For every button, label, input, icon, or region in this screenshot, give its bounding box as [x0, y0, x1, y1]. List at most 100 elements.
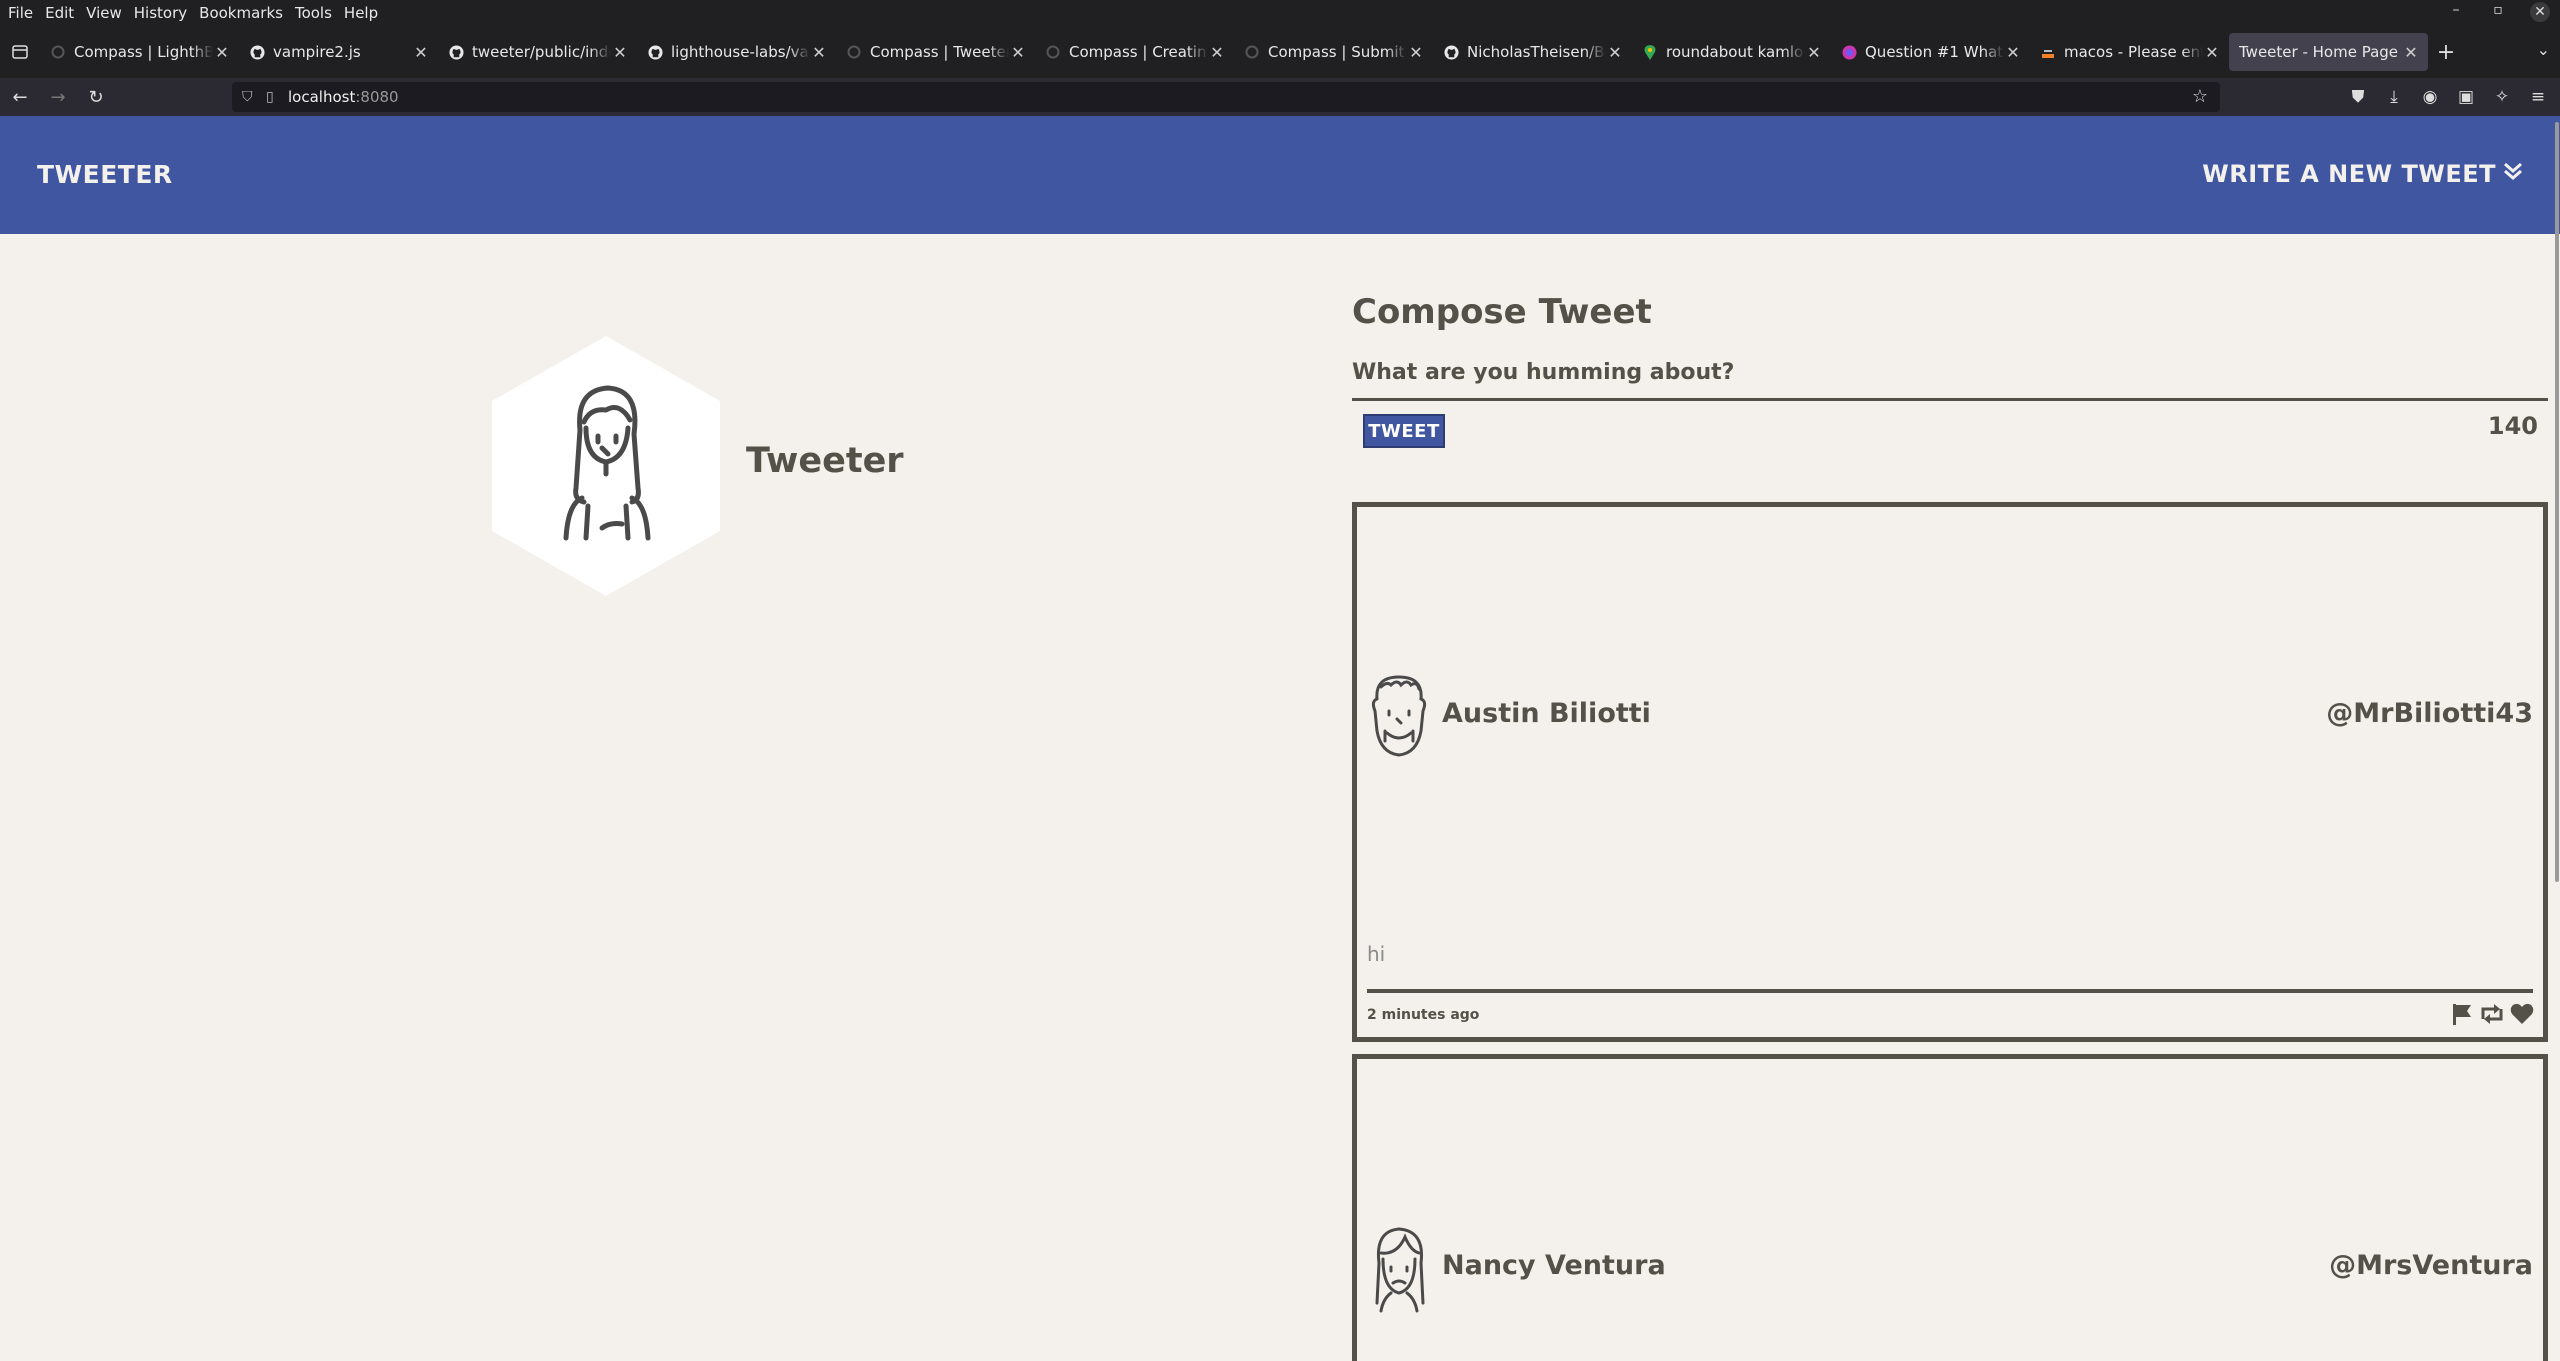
menu-history[interactable]: History [134, 4, 187, 22]
flag-icon[interactable] [2449, 1001, 2475, 1027]
compose-tweet-section: Compose Tweet What are you humming about… [1352, 292, 2548, 448]
browser-tab[interactable]: macos - Please enter✕ [2030, 33, 2229, 71]
tab-close-icon[interactable]: ✕ [1606, 43, 1624, 62]
character-counter: 140 [2487, 412, 2538, 440]
account-icon[interactable]: ◉ [2414, 82, 2446, 112]
tweet-actions [2449, 1001, 2535, 1027]
bookmark-star-icon[interactable]: ☆ [2192, 86, 2208, 107]
circle-icon [1244, 44, 1260, 60]
browser-tab[interactable]: Compass | Tweeter ✕ [836, 33, 1035, 71]
browser-tab[interactable]: roundabout kamloops✕ [1632, 33, 1831, 71]
tab-title: vampire2.js [273, 43, 361, 61]
back-icon[interactable]: ← [2, 82, 38, 112]
tweet-submit-button[interactable]: TWEET [1363, 414, 1445, 448]
tab-close-icon[interactable]: ✕ [611, 43, 629, 62]
tab-close-icon[interactable]: ✕ [810, 43, 828, 62]
retweet-icon[interactable] [2479, 1001, 2505, 1027]
extensions-icon[interactable]: ✧ [2486, 82, 2518, 112]
new-tab-button[interactable]: + [2428, 40, 2464, 65]
tweet-divider [1367, 989, 2533, 993]
tab-list: Compass | LighthBnB✕vampire2.js✕tweeter/… [40, 26, 2428, 78]
tweet-avatar-icon [1375, 1227, 1425, 1313]
tab-title: Compass | Tweeter [870, 43, 1009, 61]
tab-title: Tweeter - Home Page [2239, 43, 2399, 61]
pocket-icon[interactable]: ⛊ [2342, 82, 2374, 112]
tab-close-icon[interactable]: ✕ [2203, 43, 2221, 62]
tab-strip: Compass | LighthBnB✕vampire2.js✕tweeter/… [0, 26, 2560, 78]
firefox-view-icon[interactable] [0, 45, 40, 59]
tweet-text: hi [1367, 942, 1386, 966]
tab-close-icon[interactable]: ✕ [213, 43, 231, 62]
navigation-toolbar: ← → ↻ ⛉ ▯ localhost:8080 ☆ ⛊ ⤓ ◉ ▣ ✧ ≡ [0, 78, 2560, 116]
tab-close-icon[interactable]: ✕ [1009, 43, 1027, 62]
restore-icon[interactable]: ▫ [2488, 2, 2508, 22]
menu-bookmarks[interactable]: Bookmarks [199, 4, 283, 22]
site-brand[interactable]: TWEETER [37, 160, 173, 189]
menu-file[interactable]: File [8, 4, 33, 22]
menu-view[interactable]: View [86, 4, 122, 22]
extension-icon[interactable]: ▣ [2450, 82, 2482, 112]
tweet-timestamp: 2 minutes ago [1367, 1007, 1480, 1023]
browser-tab[interactable]: tweeter/public/index ✕ [438, 33, 637, 71]
tweet-textarea[interactable]: What are you humming about? [1352, 360, 1734, 385]
tab-close-icon[interactable]: ✕ [2004, 43, 2022, 62]
browser-tab[interactable]: lighthouse-labs/vamp✕ [637, 33, 836, 71]
reload-icon[interactable]: ↻ [78, 82, 114, 112]
browser-tab[interactable]: Compass | Creating th✕ [1035, 33, 1234, 71]
browser-tab[interactable]: Tweeter - Home Page ✕ [2229, 33, 2428, 71]
tweet-author-name: Nancy Ventura [1442, 1250, 1666, 1281]
app-menu-icon[interactable]: ≡ [2522, 82, 2554, 112]
tab-close-icon[interactable]: ✕ [1407, 43, 1425, 62]
menu-tools[interactable]: Tools [295, 4, 332, 22]
toolbar-right: ⛊ ⤓ ◉ ▣ ✧ ≡ [2342, 82, 2554, 112]
scrollbar-thumb[interactable] [2555, 122, 2559, 882]
circle-icon [1045, 44, 1061, 60]
tab-title: lighthouse-labs/vamp [671, 43, 810, 61]
menu-edit[interactable]: Edit [45, 4, 74, 22]
browser-tab[interactable]: Compass | Submit Pro✕ [1234, 33, 1433, 71]
tweet-card: Austin Biliotti @MrBiliotti43 hi 2 minut… [1352, 502, 2548, 1042]
minimize-icon[interactable]: – [2446, 2, 2466, 22]
tweet-author-handle: @MrsVentura [2329, 1250, 2533, 1281]
window-controls: – ▫ ✕ [2446, 2, 2550, 22]
github-icon [249, 44, 265, 60]
url-bar[interactable]: ⛉ ▯ localhost:8080 ☆ [232, 82, 2220, 112]
site-header: TWEETER WRITE A NEW TWEET [0, 116, 2560, 234]
url-host: localhost [288, 88, 356, 106]
ai-icon [1841, 44, 1857, 60]
heart-icon[interactable] [2509, 1001, 2535, 1027]
browser-tab[interactable]: NicholasTheisen/Boot✕ [1433, 33, 1632, 71]
browser-tab[interactable]: Compass | LighthBnB✕ [40, 33, 239, 71]
browser-tab[interactable]: vampire2.js ✕ [239, 33, 438, 71]
tab-title: NicholasTheisen/Boot [1467, 43, 1606, 61]
tracking-protection-icon[interactable]: ⛉ [242, 89, 260, 105]
tab-title: Compass | Submit Pro [1268, 43, 1407, 61]
browser-tab[interactable]: Question #1 What is t✕ [1831, 33, 2030, 71]
tab-close-icon[interactable]: ✕ [1208, 43, 1226, 62]
profile-name: Tweeter [746, 441, 904, 481]
forward-icon[interactable]: → [40, 82, 76, 112]
stack-icon [2040, 44, 2056, 60]
write-new-tweet-link[interactable]: WRITE A NEW TWEET [2202, 160, 2524, 188]
tweet-avatar-icon [1371, 675, 1427, 757]
tweet-author-name: Austin Biliotti [1442, 698, 1651, 729]
map-pin-icon [1642, 44, 1658, 60]
tab-title: roundabout kamloops [1666, 43, 1805, 61]
list-all-tabs-icon[interactable]: ⌄ [2537, 40, 2550, 59]
menu-bar: File Edit View History Bookmarks Tools H… [0, 0, 2560, 26]
tab-close-icon[interactable]: ✕ [412, 43, 430, 62]
tab-title: macos - Please enter [2064, 43, 2203, 61]
tab-title: Question #1 What is t [1865, 43, 2004, 61]
tweet-card: Nancy Ventura @MrsVentura [1352, 1054, 2548, 1361]
write-new-tweet-label: WRITE A NEW TWEET [2202, 160, 2496, 188]
menu-help[interactable]: Help [344, 4, 378, 22]
tweet-author-handle: @MrBiliotti43 [2326, 698, 2533, 729]
tab-close-icon[interactable]: ✕ [1805, 43, 1823, 62]
page-scrollbar[interactable] [2552, 116, 2560, 1361]
tab-close-icon[interactable]: ✕ [2402, 43, 2420, 62]
downloads-icon[interactable]: ⤓ [2378, 82, 2410, 112]
page-viewport: TWEETER WRITE A NEW TWEET Tweeter Compos… [0, 116, 2560, 1361]
window-close-icon[interactable]: ✕ [2530, 2, 2550, 22]
compose-underline [1352, 398, 2548, 401]
page-info-icon[interactable]: ▯ [266, 89, 288, 105]
